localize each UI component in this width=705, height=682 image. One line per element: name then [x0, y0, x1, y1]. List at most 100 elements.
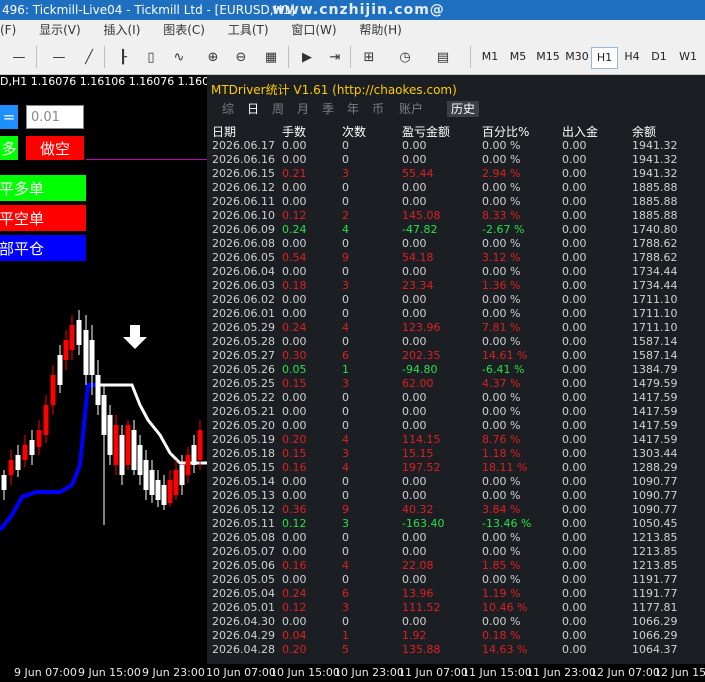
candle-body — [22, 445, 28, 460]
period-tabs: 综 日 周 月 季 年 币 账户 历史 — [207, 101, 705, 117]
cell-profit: 40.32 — [402, 503, 434, 516]
table-row: 2026.05.20 0.00 0 0.00 0.00 % 0.00 1417.59 — [207, 419, 705, 433]
indicators-icon[interactable]: ⊞ — [358, 47, 380, 67]
tab-day[interactable]: 日 — [247, 101, 259, 117]
candle-body — [63, 340, 69, 360]
cell-date: 2026.05.13 — [212, 489, 275, 502]
tab-week[interactable]: 周 — [272, 101, 284, 117]
menu-window[interactable]: 窗口(W) — [291, 20, 336, 41]
table-row: 2026.05.26 0.05 1 -94.80 -6.41 % 0.00 1384.79 — [207, 363, 705, 377]
candle-body — [15, 455, 21, 470]
cell-count: 3 — [342, 517, 349, 530]
candle-chart-icon[interactable]: ▯ — [140, 47, 162, 67]
cell-percent: 14.63 % — [482, 643, 528, 656]
cell-date: 2026.06.17 — [212, 139, 275, 152]
col-header-date: 日期 — [212, 125, 237, 139]
tile-windows-icon[interactable]: ▦ — [260, 47, 282, 67]
cell-deposit: 0.00 — [562, 167, 587, 180]
tab-year[interactable]: 年 — [347, 101, 359, 117]
menu-tools[interactable]: 工具(T) — [228, 20, 269, 41]
menu-chart[interactable]: 图表(C) — [163, 20, 205, 41]
cell-lots: 0.00 — [282, 475, 307, 488]
history-button[interactable]: 历史 — [447, 101, 480, 117]
menu-insert[interactable]: 插入(I) — [104, 20, 141, 41]
hline-tool-icon[interactable]: — — [8, 47, 30, 67]
menu-view[interactable]: 显示(V) — [39, 20, 81, 41]
cell-profit: 0.00 — [402, 195, 427, 208]
menu-help[interactable]: 帮助(H) — [359, 20, 401, 41]
cell-deposit: 0.00 — [562, 321, 587, 334]
cell-balance: 1885.88 — [632, 209, 678, 222]
cell-count: 4 — [342, 321, 349, 334]
tf-h1[interactable]: H1 — [591, 47, 618, 69]
cell-profit: 0.00 — [402, 489, 427, 502]
trendline-icon[interactable]: ╱ — [78, 47, 100, 67]
cell-date: 2026.04.29 — [212, 629, 275, 642]
cell-deposit: 0.00 — [562, 293, 587, 306]
price-chart[interactable]: D,H1 1.16076 1.16106 1.16076 1.16097 = 0… — [0, 75, 207, 664]
line-chart-icon[interactable]: ∿ — [168, 47, 190, 67]
cell-percent: 0.00 % — [482, 545, 521, 558]
autoscroll-icon[interactable]: ▶ — [296, 47, 318, 67]
cell-profit: 15.15 — [402, 447, 434, 460]
time-tick: 11 Jun 07:00 — [398, 666, 468, 679]
templates-icon[interactable]: ▤ — [432, 47, 454, 67]
zoom-out-icon[interactable]: ⊖ — [230, 47, 252, 67]
bar-chart-icon[interactable]: ┠ — [112, 47, 134, 67]
cell-count: 0 — [342, 237, 349, 250]
cell-lots: 0.00 — [282, 545, 307, 558]
cell-lots: 0.00 — [282, 307, 307, 320]
cell-deposit: 0.00 — [562, 307, 587, 320]
table-row: 2026.06.17 0.00 0 0.00 0.00 % 0.00 1941.32 — [207, 139, 705, 153]
tab-account[interactable]: 账户 — [399, 101, 423, 117]
menu-file[interactable]: (F) — [0, 20, 16, 41]
tab-currency[interactable]: 币 — [372, 101, 384, 117]
cell-lots: 0.15 — [282, 447, 307, 460]
cell-balance: 1213.85 — [632, 531, 678, 544]
cell-balance: 1050.45 — [632, 517, 678, 530]
cell-profit: 0.00 — [402, 153, 427, 166]
zoom-in-icon[interactable]: ⊕ — [202, 47, 224, 67]
tab-month[interactable]: 月 — [297, 101, 309, 117]
cell-count: 0 — [342, 293, 349, 306]
tf-m1[interactable]: M1 — [478, 47, 502, 67]
cell-percent: -13.46 % — [482, 517, 532, 530]
cell-profit: 0.00 — [402, 545, 427, 558]
chart-shift-icon[interactable]: ⇥ — [324, 47, 346, 67]
watermark: www.cnzhijin.com@ — [272, 2, 445, 18]
cell-date: 2026.05.01 — [212, 601, 275, 614]
table-row: 2026.05.19 0.20 4 114.15 8.76 % 0.00 1417.59 — [207, 433, 705, 447]
candle-body — [119, 435, 125, 475]
tf-m5[interactable]: M5 — [505, 47, 531, 67]
cell-date: 2026.05.04 — [212, 587, 275, 600]
col-header-profit: 盈亏金额 — [402, 125, 451, 139]
cell-profit: 54.18 — [402, 251, 434, 264]
candle-body — [50, 375, 56, 405]
tf-h4[interactable]: H4 — [620, 47, 644, 67]
tf-w1[interactable]: W1 — [675, 47, 701, 67]
tf-d1[interactable]: D1 — [647, 47, 671, 67]
cell-date: 2026.06.09 — [212, 223, 275, 236]
cell-deposit: 0.00 — [562, 545, 587, 558]
cell-percent: 0.00 % — [482, 405, 521, 418]
tab-summary[interactable]: 综 — [222, 101, 234, 117]
cell-deposit: 0.00 — [562, 363, 587, 376]
cell-lots: 0.00 — [282, 293, 307, 306]
cell-count: 0 — [342, 139, 349, 152]
tf-m15[interactable]: M15 — [534, 47, 562, 67]
periods-icon[interactable]: ◷ — [394, 47, 416, 67]
cell-date: 2026.06.10 — [212, 209, 275, 222]
time-tick: 11 Jun 23:00 — [526, 666, 596, 679]
cell-deposit: 0.00 — [562, 559, 587, 572]
cell-percent: 0.00 % — [482, 307, 521, 320]
cell-balance: 1090.77 — [632, 489, 678, 502]
hline-icon[interactable]: — — [48, 47, 70, 67]
cell-lots: 0.00 — [282, 573, 307, 586]
cell-deposit: 0.00 — [562, 489, 587, 502]
tab-quarter[interactable]: 季 — [322, 101, 334, 117]
table-row: 2026.05.08 0.00 0 0.00 0.00 % 0.00 1213.85 — [207, 531, 705, 545]
cell-profit: 0.00 — [402, 573, 427, 586]
cell-percent: 3.84 % — [482, 503, 521, 516]
tf-m30[interactable]: M30 — [563, 47, 591, 67]
cell-deposit: 0.00 — [562, 447, 587, 460]
